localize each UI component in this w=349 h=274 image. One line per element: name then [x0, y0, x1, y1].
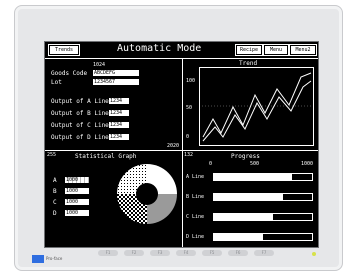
vertical-divider-bottom	[182, 150, 183, 247]
function-key-2[interactable]: F2	[124, 250, 144, 256]
progress-fill-c	[214, 214, 273, 220]
statistical-donut-chart	[117, 164, 177, 224]
progress-row-b-label: B Line	[186, 194, 205, 200]
trend-frame	[199, 67, 314, 146]
progress-fill-d	[214, 234, 263, 240]
progress-fill-b	[214, 194, 283, 200]
progress-bar-a	[213, 173, 313, 181]
hmi-screen: Trends Automatic Mode Recipe Menu Menu2 …	[44, 41, 319, 248]
goods-code-label: Goods Code	[51, 70, 88, 77]
line-c-label: Output of C Line	[51, 122, 109, 129]
line-c-value: 1234	[109, 122, 129, 128]
progress-title: Progress	[231, 153, 260, 160]
stats-row-b-value: 1000	[65, 188, 89, 194]
progress-left-label: 132	[184, 152, 194, 158]
line-d-value: 1234	[109, 134, 129, 140]
function-key-4[interactable]: F4	[176, 250, 196, 256]
progress-row-d-label: D Line	[186, 234, 205, 240]
stats-row-d-label: D	[53, 210, 57, 217]
trends-button[interactable]: Trends	[48, 44, 80, 56]
stats-row-c-value: 1000	[65, 199, 89, 205]
function-key-1[interactable]: F1	[98, 250, 118, 256]
menu-button[interactable]: Menu	[263, 44, 289, 56]
function-key-7[interactable]: F7	[254, 250, 274, 256]
progress-bar-d	[213, 233, 313, 241]
progress-row-a-label: A Line	[186, 174, 205, 180]
lot-value: 1234567	[93, 79, 139, 85]
trend-y-label-top: 100	[186, 78, 196, 84]
progress-bar-b	[213, 193, 313, 201]
stats-row-a-label: A	[53, 177, 57, 184]
line-d-label: Output of D Line	[51, 134, 109, 141]
lot-label: Lot	[51, 79, 62, 86]
goods-code-value: ABCDEFG	[93, 70, 139, 76]
trend-y-label-mid: 50	[186, 105, 193, 111]
progress-fill-a	[214, 174, 293, 180]
function-key-6[interactable]: F6	[228, 250, 248, 256]
brand-name: Pro-face	[46, 256, 63, 261]
progress-scale-mid: 500	[250, 161, 260, 167]
page-title: Automatic Mode	[117, 43, 202, 54]
line-b-value: 1234	[109, 110, 129, 116]
trend-line-2	[202, 80, 312, 142]
stats-title: Statistical Graph	[75, 153, 137, 160]
function-key-3[interactable]: F3	[150, 250, 170, 256]
line-a-label: Output of A Line	[51, 98, 109, 105]
line-b-label: Output of B Line	[51, 110, 109, 117]
brand-logo	[32, 255, 44, 263]
progress-scale-0: 0	[209, 161, 213, 167]
trend-y-label-bottom: 0	[186, 134, 190, 140]
stats-row-c-label: C	[53, 199, 57, 206]
vertical-divider-top	[182, 58, 183, 150]
stats-row-a-value: 1000	[65, 177, 89, 183]
menu2-button[interactable]: Menu2	[289, 44, 317, 56]
trend-chart	[199, 67, 314, 146]
stats-row-b-label: B	[53, 188, 57, 195]
power-led-icon	[312, 252, 316, 256]
progress-bar-c	[213, 213, 313, 221]
top-small-value: 1024	[93, 62, 106, 68]
info-footer-value: 2020	[167, 143, 180, 149]
stats-left-label: 255	[47, 152, 57, 158]
trend-line-1	[202, 72, 312, 138]
progress-row-c-label: C Line	[186, 214, 205, 220]
stats-row-d-value: 1000	[65, 210, 89, 216]
line-a-value: 1234	[109, 98, 129, 104]
donut-hole	[136, 183, 158, 205]
trend-title: Trend	[239, 60, 258, 67]
function-key-5[interactable]: F5	[202, 250, 222, 256]
progress-scale-max: 1000	[301, 161, 314, 167]
recipe-button[interactable]: Recipe	[235, 44, 263, 56]
